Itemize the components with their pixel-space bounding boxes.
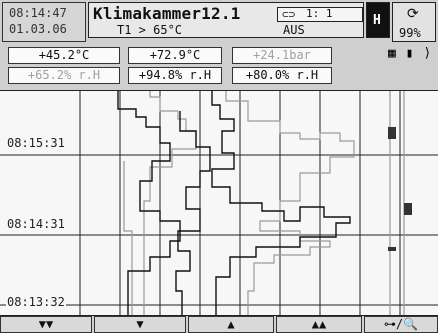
h-label: H — [373, 13, 381, 28]
alarm-status: AUS — [283, 23, 305, 37]
time-label-2: 08:14:31 — [6, 217, 66, 231]
grid — [0, 91, 438, 315]
battery-percent: 99% — [399, 26, 421, 40]
sync-icon: ⟳ — [407, 6, 419, 22]
trace-grey-4 — [389, 91, 405, 315]
mode-icons[interactable]: ▦ ▮ ⟩ — [388, 46, 434, 64]
search-button[interactable]: ⊶/🔍 — [364, 316, 438, 333]
bar-icon[interactable]: ▮ — [406, 46, 414, 61]
value-field-3[interactable]: +24.1bar — [232, 47, 332, 64]
time-label-3: 08:13:32 — [6, 295, 66, 309]
page-up-button[interactable]: ▲ — [188, 316, 274, 333]
page-down-fast-button[interactable]: ▼▼ — [0, 316, 92, 333]
clock-time: 08:14:47 — [9, 6, 67, 20]
alarm-mark-2 — [404, 203, 412, 215]
limit-text: T1 > 65°C — [117, 23, 183, 37]
value-field-6[interactable]: +80.0% r.H — [232, 67, 332, 84]
trace-grey-1 — [143, 91, 197, 315]
time-label-1: 08:15:31 — [6, 136, 66, 150]
group-title: Klimakammer12.1 — [93, 4, 241, 23]
trace-dark-1 — [117, 91, 181, 315]
battery-box: ⟳ 99% — [392, 2, 436, 42]
alarm-mark-3 — [388, 247, 396, 251]
wave-icon[interactable]: ⟩ — [423, 46, 431, 61]
grid-icon[interactable]: ▦ — [388, 46, 396, 61]
trace-dark-3 — [175, 111, 211, 315]
title-bar[interactable]: Klimakammer12.1 ⊂⊃ 1: 1 T1 > 65°C AUS — [88, 2, 364, 38]
value-field-4[interactable]: +65.2% r.H — [8, 67, 120, 84]
clock-box: 08:14:47 01.03.06 — [2, 2, 86, 42]
value-field-2[interactable]: +72.9°C — [128, 47, 222, 64]
key-icon: ⊂⊃ — [282, 8, 296, 21]
alarm-mark-1 — [388, 127, 396, 139]
trace-dark-2 — [211, 91, 351, 315]
trend-svg — [0, 91, 438, 315]
h-button[interactable]: H — [366, 2, 390, 38]
key-indicator[interactable]: ⊂⊃ 1: 1 — [277, 7, 363, 22]
clock-date: 01.03.06 — [9, 22, 67, 36]
key-value: 1: 1 — [306, 7, 333, 20]
trend-chart: 08:15:31 08:14:31 08:13:32 — [0, 90, 438, 316]
recorder-screen: { "header": { "time": "08:14:47", "date"… — [0, 0, 438, 333]
page-up-fast-button[interactable]: ▲▲ — [276, 316, 362, 333]
value-field-5[interactable]: +94.8% r.H — [128, 67, 222, 84]
page-down-button[interactable]: ▼ — [94, 316, 186, 333]
value-field-1[interactable]: +45.2°C — [8, 47, 120, 64]
